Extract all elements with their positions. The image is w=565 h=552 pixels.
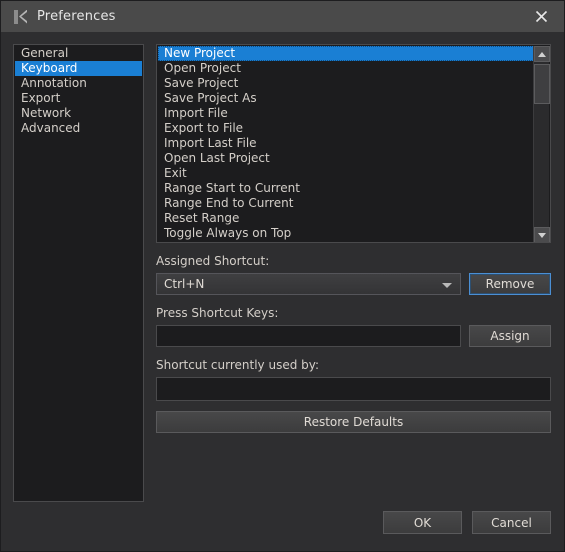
keyboard-settings-panel: New Project Open Project Save Project Sa… [156, 44, 551, 433]
press-shortcut-row: Assign [156, 325, 551, 347]
list-item[interactable]: Save Project [158, 76, 534, 91]
scroll-down-arrow-icon[interactable] [534, 227, 550, 242]
command-list-box: New Project Open Project Save Project Sa… [156, 44, 551, 243]
assigned-shortcut-label: Assigned Shortcut: [156, 254, 270, 268]
list-item[interactable]: Exit [158, 166, 534, 181]
command-list-scrollbar[interactable] [533, 46, 550, 242]
chevron-down-icon [442, 283, 452, 288]
restore-defaults-button[interactable]: Restore Defaults [156, 411, 551, 433]
remove-button[interactable]: Remove [469, 273, 551, 295]
dialog-footer: OK Cancel [383, 511, 551, 534]
assigned-shortcut-value: Ctrl+N [164, 277, 205, 291]
shortcut-used-by-value [156, 377, 551, 401]
window-title: Preferences [37, 9, 116, 24]
assigned-shortcut-combo[interactable]: Ctrl+N [156, 273, 461, 295]
sidebar-item-keyboard[interactable]: Keyboard [15, 61, 142, 76]
list-item[interactable]: Save Project As [158, 91, 534, 106]
dialog-body: General Keyboard Annotation Export Netwo… [1, 32, 564, 551]
list-item[interactable]: Open Last Project [158, 151, 534, 166]
list-item[interactable]: Range Start to Current [158, 181, 534, 196]
list-item[interactable]: Import File [158, 106, 534, 121]
category-list[interactable]: General Keyboard Annotation Export Netwo… [13, 44, 144, 502]
assigned-shortcut-row: Ctrl+N Remove [156, 273, 551, 295]
list-item[interactable]: Open Project [158, 61, 534, 76]
sidebar-item-annotation[interactable]: Annotation [15, 76, 142, 91]
press-shortcut-label: Press Shortcut Keys: [156, 306, 279, 320]
command-list[interactable]: New Project Open Project Save Project Sa… [158, 46, 534, 242]
shortcut-used-by-label: Shortcut currently used by: [156, 358, 320, 372]
scrollbar-thumb[interactable] [534, 64, 550, 104]
sidebar-item-advanced[interactable]: Advanced [15, 121, 142, 136]
ok-button[interactable]: OK [383, 511, 462, 534]
list-item[interactable]: New Project [158, 46, 534, 61]
list-item[interactable]: Reset Range [158, 211, 534, 226]
cancel-button[interactable]: Cancel [472, 511, 551, 534]
sidebar-item-export[interactable]: Export [15, 91, 142, 106]
list-item[interactable]: Toggle Always on Top [158, 226, 534, 241]
close-icon[interactable] [518, 1, 564, 32]
list-item[interactable]: Import Last File [158, 136, 534, 151]
list-item[interactable]: Export to File [158, 121, 534, 136]
assign-button[interactable]: Assign [469, 325, 551, 347]
sidebar-item-general[interactable]: General [15, 46, 142, 61]
scroll-up-arrow-icon[interactable] [534, 46, 550, 62]
press-shortcut-input[interactable] [156, 325, 461, 347]
title-bar: Preferences [1, 1, 564, 32]
sidebar-item-network[interactable]: Network [15, 106, 142, 121]
preferences-dialog: Preferences General Keyboard Annotation … [0, 0, 565, 552]
k-logo-icon [13, 9, 29, 25]
list-item[interactable]: Range End to Current [158, 196, 534, 211]
